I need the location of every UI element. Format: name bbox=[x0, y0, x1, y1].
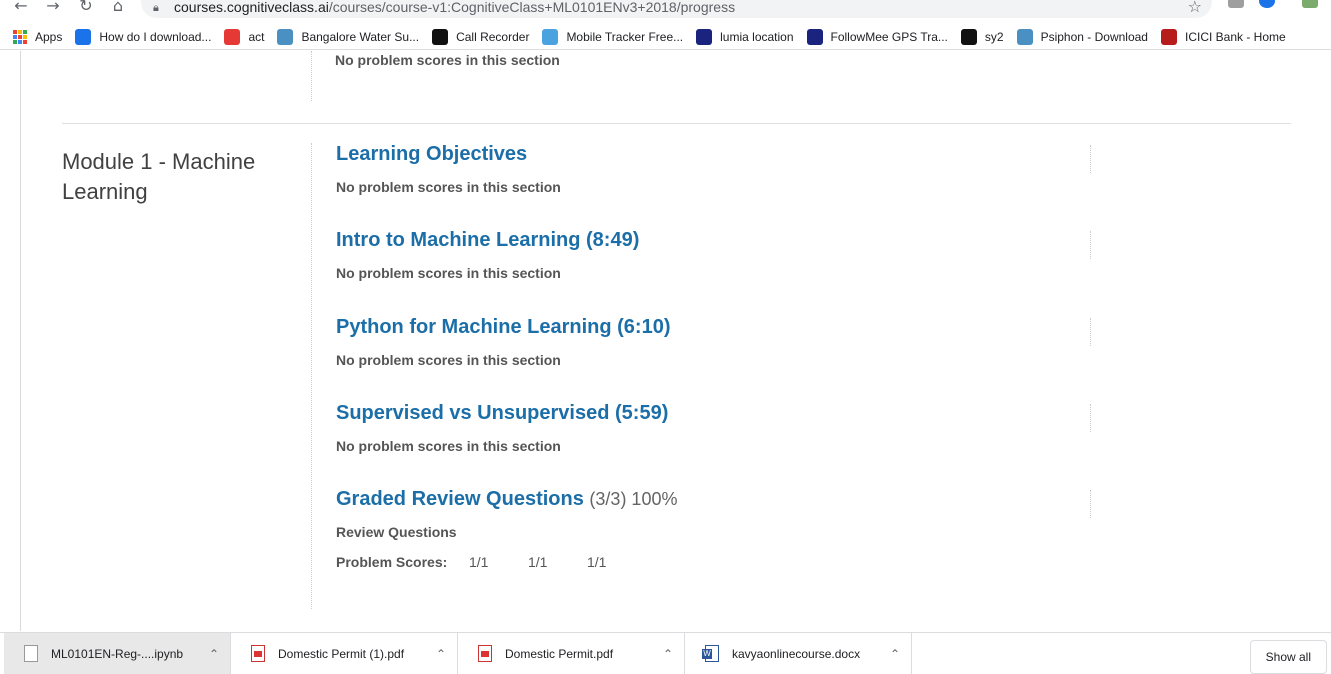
problem-scores: Problem Scores: 1/1 1/1 1/1 bbox=[336, 554, 646, 570]
section-link[interactable]: Intro to Machine Learning (8:49) bbox=[336, 229, 639, 252]
section-link[interactable]: Python for Machine Learning (6:10) bbox=[336, 316, 670, 339]
gps-icon bbox=[806, 28, 823, 45]
back-icon[interactable]: ← bbox=[11, 0, 31, 15]
download-name: ML0101EN-Reg-....ipynb bbox=[51, 646, 184, 661]
home-icon[interactable]: ⌂ bbox=[108, 0, 128, 15]
chevron-up-icon[interactable]: ⌃ bbox=[209, 647, 223, 661]
problem-score: 1/1 bbox=[469, 554, 489, 570]
section-link[interactable]: Supervised vs Unsupervised (5:59) bbox=[336, 402, 668, 425]
forward-icon[interactable]: → bbox=[43, 0, 63, 15]
bookmark-item[interactable]: lumia location bbox=[696, 28, 794, 45]
sections-list: Learning Objectives No problem scores in… bbox=[311, 143, 1091, 609]
bookmark-item[interactable]: sy2 bbox=[960, 28, 1004, 45]
no-scores-text: No problem scores in this section bbox=[336, 179, 561, 195]
lock-icon: 🔒︎ bbox=[153, 1, 159, 14]
problem-scores-label: Problem Scores: bbox=[336, 554, 448, 570]
bookmark-label: act bbox=[248, 29, 265, 44]
bookmark-item[interactable]: FollowMee GPS Tra... bbox=[806, 28, 948, 45]
no-scores-text: No problem scores in this section bbox=[336, 438, 561, 454]
downloads-bar: ML0101EN-Reg-....ipynb ⌃ Domestic Permit… bbox=[0, 632, 1331, 674]
download-item[interactable]: ML0101EN-Reg-....ipynb ⌃ bbox=[4, 633, 231, 674]
bookmark-label: Psiphon - Download bbox=[1040, 29, 1148, 44]
bookmark-label: Apps bbox=[35, 29, 63, 44]
address-bar-area: ← → ↻ ⌂ 🔒︎ courses.cognitiveclass.ai/cou… bbox=[0, 0, 1331, 21]
extension-icon[interactable] bbox=[1228, 0, 1244, 8]
icici-icon bbox=[1160, 28, 1177, 45]
file-icon bbox=[24, 645, 38, 662]
app-icon bbox=[960, 28, 977, 45]
problem-score: 1/1 bbox=[587, 554, 607, 570]
chevron-up-icon[interactable]: ⌃ bbox=[663, 647, 677, 661]
previous-module-fragment: No problem scores in this section bbox=[21, 51, 1331, 123]
url-omnibox[interactable]: 🔒︎ courses.cognitiveclass.ai/courses/cou… bbox=[141, 0, 1212, 18]
bookmark-item[interactable]: ICICI Bank - Home bbox=[1160, 28, 1286, 45]
bookmarks-bar: Apps How do I download... act Bangalore Wat… bbox=[0, 24, 1331, 50]
progress-page: No problem scores in this section Module… bbox=[20, 51, 1331, 631]
subsection-title: Review Questions bbox=[336, 524, 457, 540]
section-link[interactable]: Graded Review Questions (3/3) 100% bbox=[336, 488, 677, 511]
problem-score: 1/1 bbox=[528, 554, 548, 570]
pdf-icon bbox=[478, 645, 492, 662]
bookmark-item[interactable]: How do I download... bbox=[75, 28, 212, 45]
bookmark-star-icon[interactable]: ☆ bbox=[1188, 0, 1202, 16]
bookmark-label: Bangalore Water Su... bbox=[301, 29, 420, 44]
bookmark-label: lumia location bbox=[720, 29, 794, 44]
bookmark-item[interactable]: Psiphon - Download bbox=[1016, 28, 1148, 45]
act-icon bbox=[224, 28, 241, 45]
bookmark-label: ICICI Bank - Home bbox=[1184, 29, 1286, 44]
download-item[interactable]: Domestic Permit (1).pdf ⌃ bbox=[231, 633, 458, 674]
graded-score: (3/3) 100% bbox=[589, 489, 678, 509]
bookmark-label: Call Recorder bbox=[456, 29, 530, 44]
download-name: Domestic Permit.pdf bbox=[505, 646, 614, 661]
download-item[interactable]: kavyaonlinecourse.docx ⌃ bbox=[685, 633, 912, 674]
download-name: Domestic Permit (1).pdf bbox=[278, 646, 405, 661]
globe-icon bbox=[277, 28, 294, 45]
module-title: Module 1 - Machine Learning bbox=[62, 149, 256, 204]
bookmark-item[interactable]: Call Recorder bbox=[432, 28, 530, 45]
download-name: kavyaonlinecourse.docx bbox=[732, 646, 861, 661]
no-scores-text: No problem scores in this section bbox=[336, 265, 561, 281]
psiphon-icon bbox=[1016, 28, 1033, 45]
apps-grid-icon bbox=[13, 29, 27, 44]
bookmark-label: FollowMee GPS Tra... bbox=[830, 29, 948, 44]
location-icon bbox=[696, 28, 713, 45]
download-item[interactable]: Domestic Permit.pdf ⌃ bbox=[458, 633, 685, 674]
bookmark-item[interactable]: Mobile Tracker Free... bbox=[542, 28, 684, 45]
show-all-button[interactable]: Show all bbox=[1249, 640, 1327, 674]
reload-icon[interactable]: ↻ bbox=[76, 0, 96, 15]
bookmark-label: sy2 bbox=[984, 29, 1004, 44]
avatar[interactable] bbox=[1302, 0, 1318, 8]
module-divider bbox=[62, 123, 1291, 124]
graded-title[interactable]: Graded Review Questions bbox=[336, 488, 584, 510]
no-scores-text: No problem scores in this section bbox=[335, 52, 560, 68]
bookmark-item[interactable]: Apps bbox=[13, 29, 63, 44]
tracker-icon bbox=[542, 28, 559, 45]
no-scores-text: No problem scores in this section bbox=[336, 352, 561, 368]
bookmark-item[interactable]: act bbox=[224, 28, 265, 45]
pdf-icon bbox=[251, 645, 265, 662]
section-link[interactable]: Learning Objectives bbox=[336, 143, 527, 166]
bookmark-label: How do I download... bbox=[99, 29, 212, 44]
word-doc-icon bbox=[702, 645, 719, 662]
url-text: courses.cognitiveclass.ai/courses/course… bbox=[174, 0, 736, 15]
chevron-up-icon[interactable]: ⌃ bbox=[436, 647, 450, 661]
profile-extension-icon[interactable] bbox=[1259, 0, 1275, 8]
bookmark-label: Mobile Tracker Free... bbox=[566, 29, 684, 44]
cw-icon bbox=[75, 28, 92, 45]
app-icon bbox=[432, 28, 449, 45]
bookmark-item[interactable]: Bangalore Water Su... bbox=[277, 28, 420, 45]
chevron-up-icon[interactable]: ⌃ bbox=[890, 647, 904, 661]
